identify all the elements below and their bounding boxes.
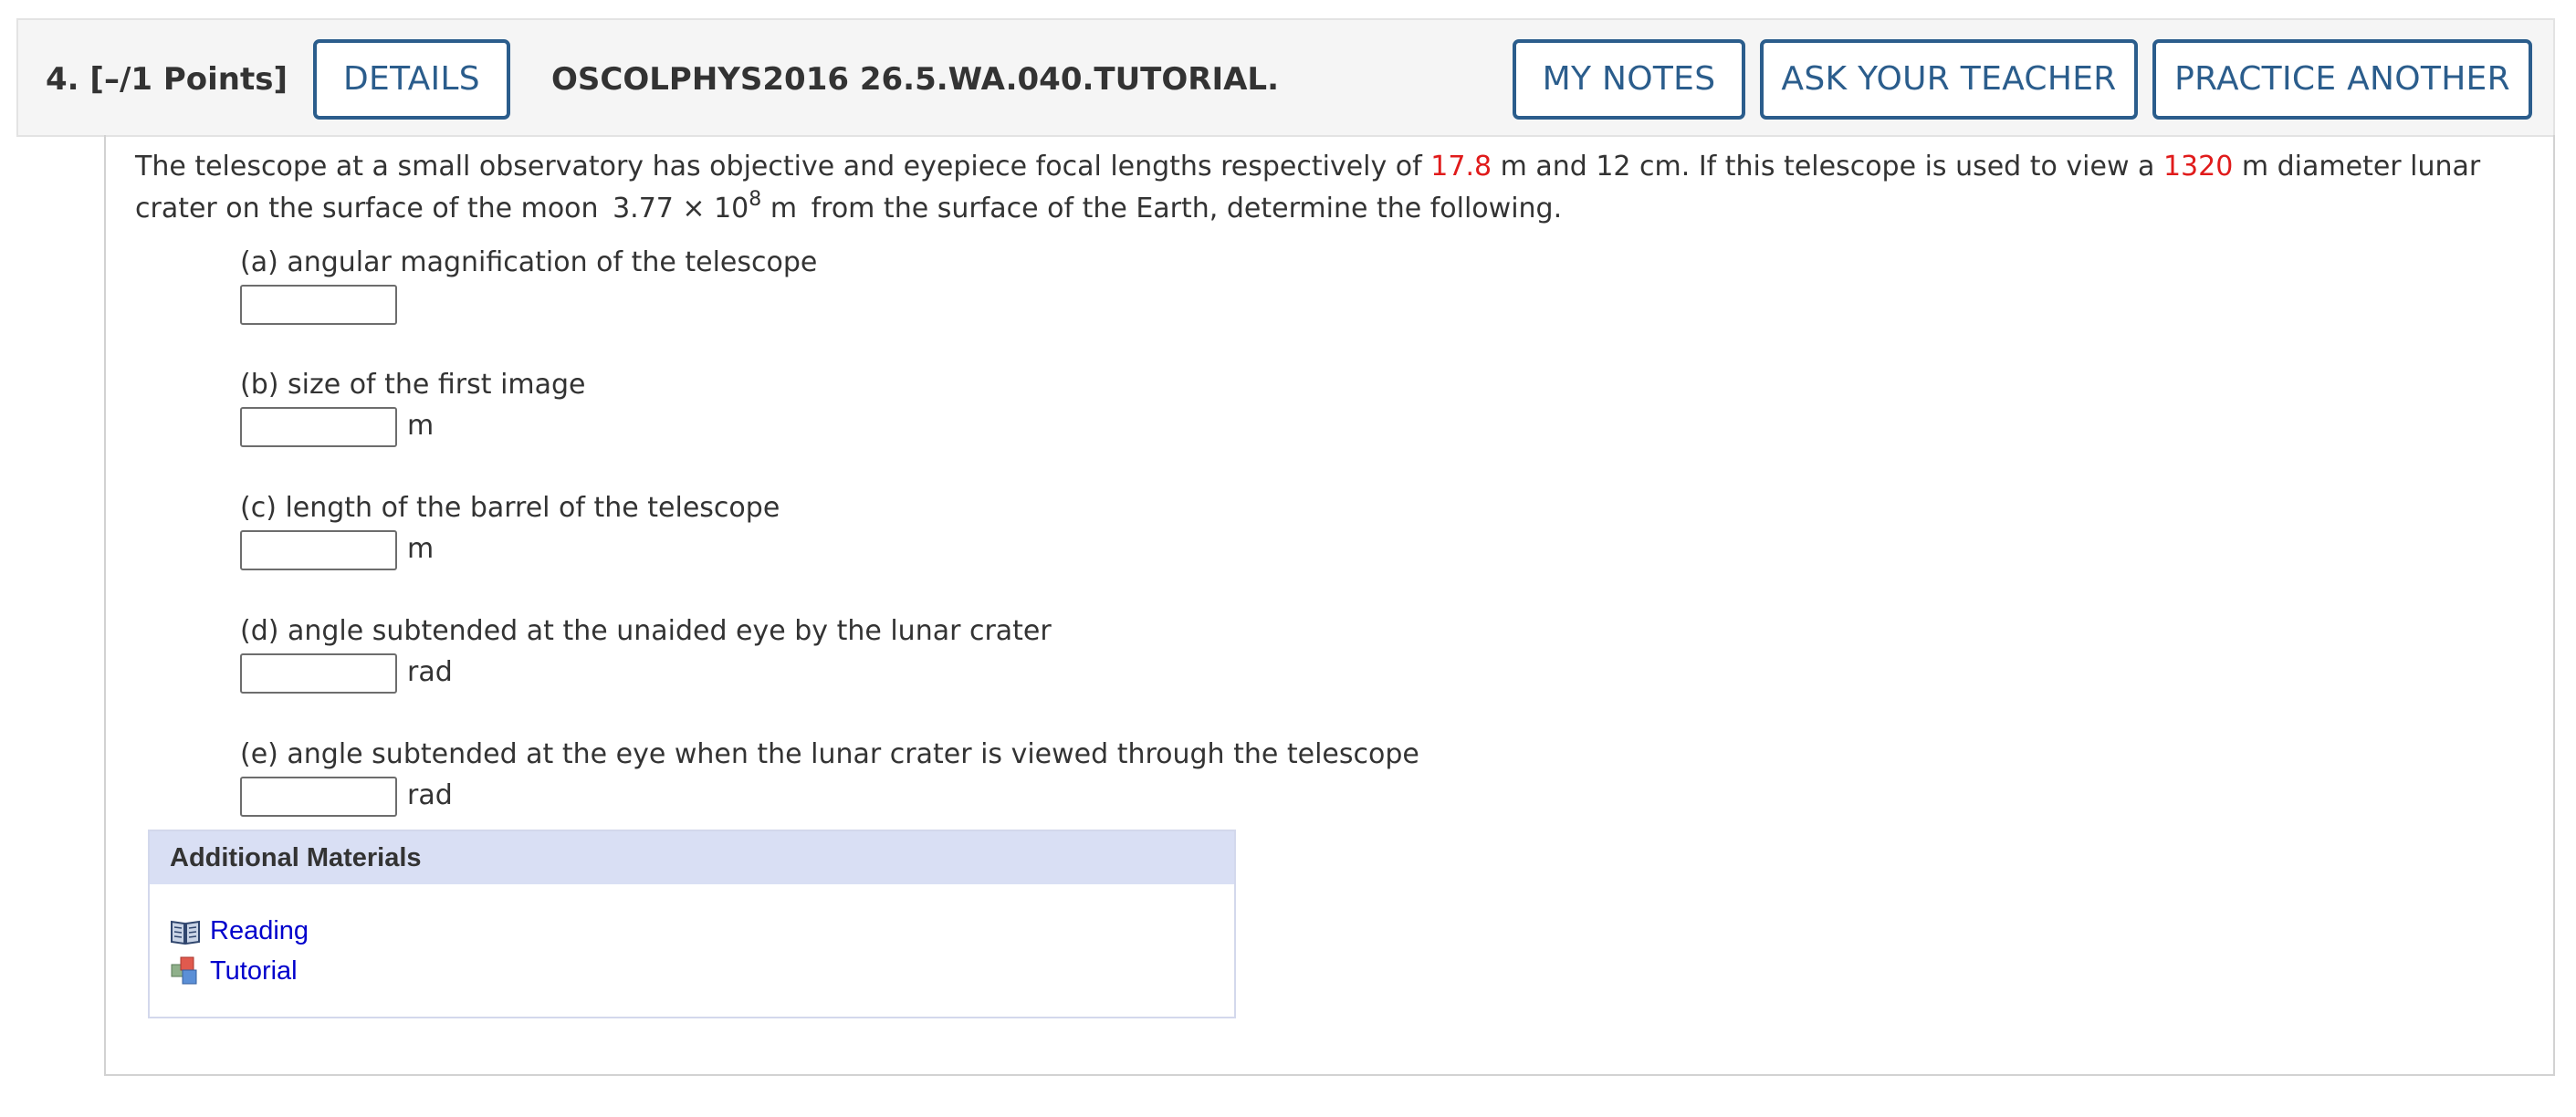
part-e-unit: rad — [407, 779, 453, 811]
objective-focal-value: 17.8 — [1430, 151, 1492, 183]
distance-mantissa: 3.77 × 10 — [613, 193, 749, 224]
problem-text-1: The telescope at a small observatory has… — [135, 151, 1431, 183]
part-b-unit: m — [407, 410, 435, 442]
part-d-label: (d) angle subtended at the unaided eye b… — [240, 615, 1052, 647]
part-a-answer-input[interactable] — [240, 285, 397, 325]
question-code: OSCOLPHYS2016 26.5.WA.040.TUTORIAL. — [551, 61, 1280, 98]
part-b-label: (b) size of the first image — [240, 369, 586, 401]
crater-diameter-value: 1320 — [2162, 151, 2234, 183]
additional-materials-box: Additional Materials Reading Tutorial — [148, 830, 1236, 1018]
reading-link[interactable]: Reading — [170, 915, 309, 946]
moon-distance-value: 3.77 × 108 m — [613, 190, 798, 225]
problem-statement: The telescope at a small observatory has… — [135, 146, 2527, 230]
question-points: [–/1 Points] — [89, 61, 288, 98]
tutorial-link-label[interactable]: Tutorial — [210, 956, 298, 987]
part-b-answer-input[interactable] — [240, 407, 397, 447]
part-c-answer-input[interactable] — [240, 530, 397, 570]
question-number-points: 4. [–/1 Points] — [46, 20, 288, 139]
distance-exponent: 8 — [749, 188, 762, 211]
tutorial-link[interactable]: Tutorial — [170, 955, 298, 987]
cubes-icon — [170, 955, 201, 987]
ask-your-teacher-button[interactable]: ASK YOUR TEACHER — [1760, 39, 2138, 120]
part-d-answer-input[interactable] — [240, 653, 397, 694]
part-d-unit: rad — [407, 656, 453, 688]
practice-another-button[interactable]: PRACTICE ANOTHER — [2152, 39, 2532, 120]
part-e-label: (e) angle subtended at the eye when the … — [240, 738, 1419, 770]
question-number: 4. — [46, 61, 79, 98]
part-c-unit: m — [407, 533, 435, 565]
question-header: 4. [–/1 Points] DETAILS OSCOLPHYS2016 26… — [16, 18, 2555, 137]
additional-materials-title: Additional Materials — [150, 831, 1234, 884]
reading-link-label[interactable]: Reading — [210, 916, 309, 946]
problem-text-2: m and 12 cm. If this telescope is used t… — [1492, 151, 2163, 183]
my-notes-button[interactable]: MY NOTES — [1513, 39, 1745, 120]
part-e-answer-input[interactable] — [240, 777, 397, 817]
details-button[interactable]: DETAILS — [313, 39, 510, 120]
part-a-label: (a) angular magnification of the telesco… — [240, 246, 818, 278]
problem-text-4: from the surface of the Earth, determine… — [802, 193, 1563, 224]
part-c-label: (c) length of the barrel of the telescop… — [240, 492, 780, 524]
distance-unit: m — [761, 193, 798, 224]
book-icon — [170, 915, 201, 946]
